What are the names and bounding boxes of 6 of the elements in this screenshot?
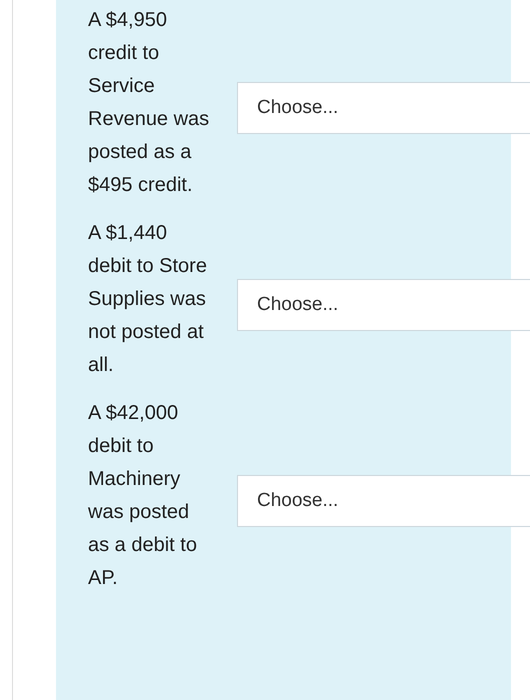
answer-dropdown[interactable]: Choose... xyxy=(237,475,530,527)
question-text: A $42,000 debit to Machinery was posted as a debit to AP. xyxy=(88,401,198,591)
answer-dropdown[interactable]: Choose... xyxy=(237,82,530,134)
question-text: A $4,950 credit to Service Revenue was posted as a $495 credit. xyxy=(88,8,210,198)
question-text: A $1,440 debit to Store Supplies was not posted at all. xyxy=(88,221,208,378)
answer-dropdown[interactable]: Choose... xyxy=(237,278,530,330)
